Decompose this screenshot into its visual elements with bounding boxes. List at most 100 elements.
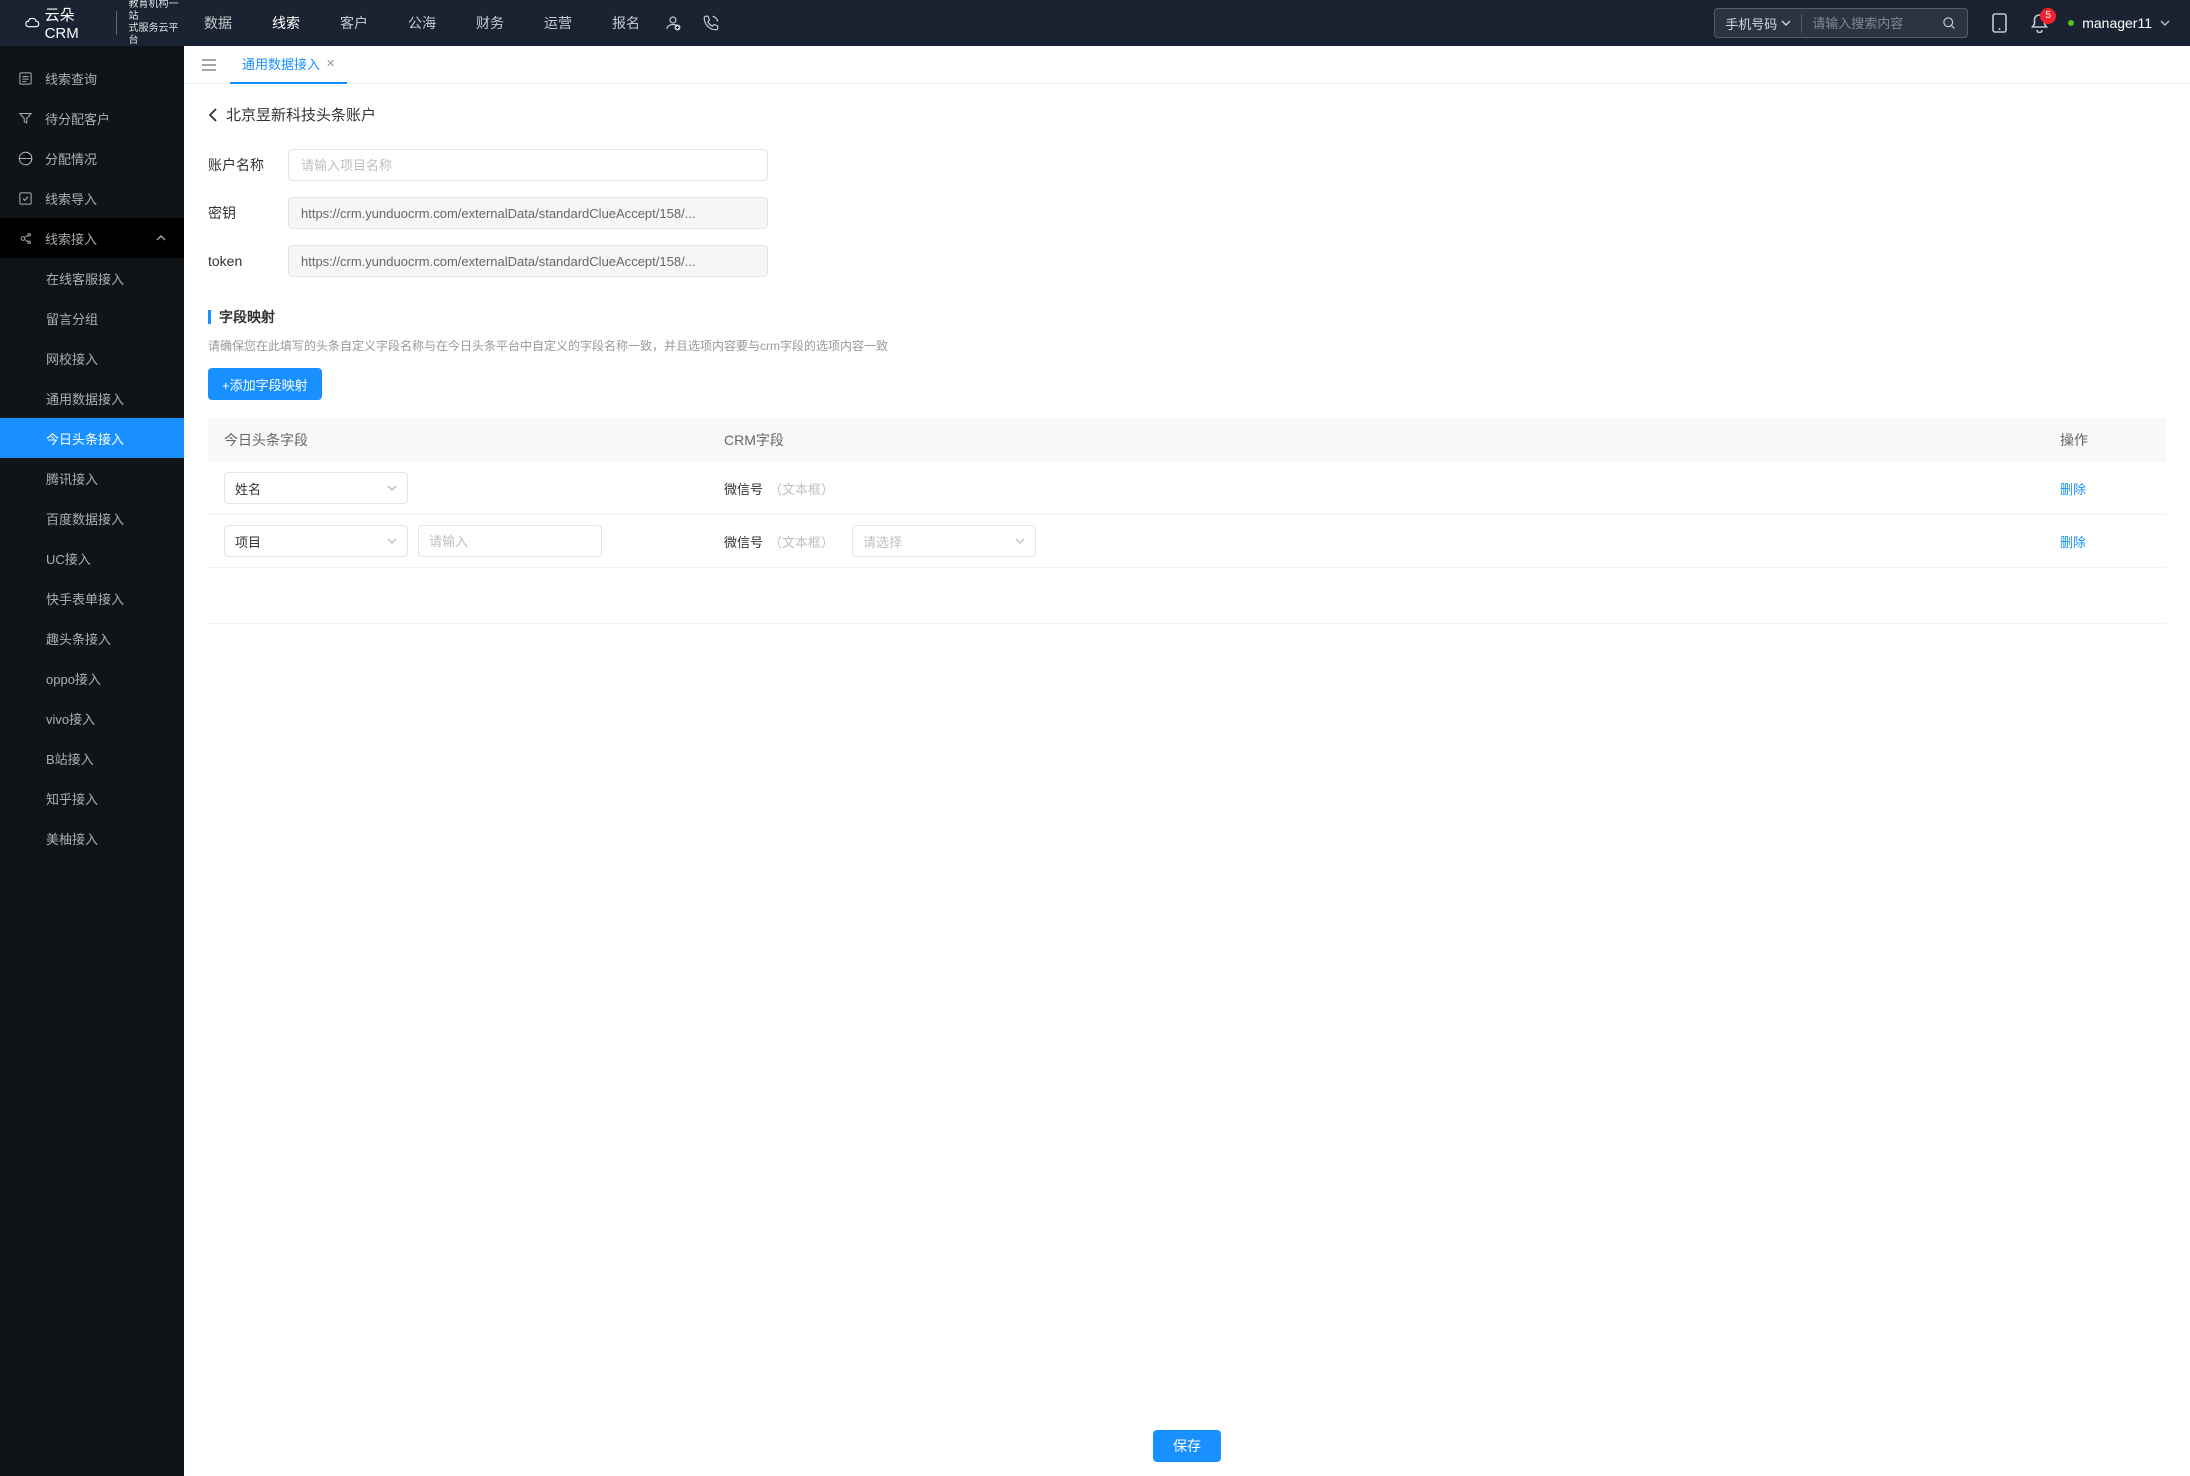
search-input[interactable] xyxy=(1802,16,1932,31)
top-nav: 数据 线索 客户 公海 财务 运营 报名 xyxy=(204,13,640,33)
sidebar-subitem-4-10[interactable]: oppo接入 xyxy=(0,658,184,698)
page-header: 北京昱新科技头条账户 xyxy=(208,104,2166,125)
logo-separator xyxy=(116,11,117,35)
sidebar-subitem-4-12[interactable]: B站接入 xyxy=(0,738,184,778)
secret-input[interactable] xyxy=(288,197,768,229)
search-icon xyxy=(1942,16,1957,31)
top-nav-item-6[interactable]: 报名 xyxy=(612,13,640,33)
toutiao-field-select[interactable]: 姓名 xyxy=(224,472,408,504)
tab-bar: 通用数据接入✕ xyxy=(184,46,2190,84)
sidebar-item-2[interactable]: 分配情况 xyxy=(0,138,184,178)
chevron-down-icon xyxy=(2160,20,2170,26)
crm-field-hint: （文本框） xyxy=(769,532,834,551)
chevron-down-icon xyxy=(1781,20,1791,26)
sidebar-subitem-4-8[interactable]: 快手表单接入 xyxy=(0,578,184,618)
user-menu[interactable]: manager11 xyxy=(2068,15,2170,31)
sidebar-icon xyxy=(18,191,33,206)
menu-fold-icon xyxy=(202,59,216,71)
mobile-icon[interactable] xyxy=(1992,13,2007,33)
search-area: 手机号码 xyxy=(1714,8,1968,38)
main: 通用数据接入✕ 北京昱新科技头条账户 账户名称 密钥 token xyxy=(184,46,2190,1476)
logo-area: 云朵CRM 教育机构一站 式服务云平台 xyxy=(24,0,184,47)
top-nav-item-4[interactable]: 财务 xyxy=(476,13,504,33)
crm-field-select[interactable]: 请选择 xyxy=(852,525,1036,557)
sidebar-subitem-4-0[interactable]: 在线客服接入 xyxy=(0,258,184,298)
logo-brand: 云朵CRM xyxy=(24,4,104,42)
th-crm-field: CRM字段 xyxy=(724,430,2060,450)
tab-0[interactable]: 通用数据接入✕ xyxy=(230,46,347,84)
toutiao-field-input[interactable] xyxy=(418,525,602,557)
sidebar-subitem-4-4[interactable]: 今日头条接入 xyxy=(0,418,184,458)
mapping-table: 今日头条字段 CRM字段 操作 姓名微信号（文本框）删除项目微信号（文本框）请选… xyxy=(208,418,2166,624)
sidebar-subitem-4-1[interactable]: 留言分组 xyxy=(0,298,184,338)
chevron-up-icon xyxy=(156,235,166,241)
form-row-token: token xyxy=(208,245,2166,277)
sidebar: 线索查询待分配客户分配情况线索导入线索接入在线客服接入留言分组网校接入通用数据接… xyxy=(0,46,184,1476)
top-nav-item-0[interactable]: 数据 xyxy=(204,13,232,33)
crm-field-label: 微信号 xyxy=(724,479,763,498)
sidebar-subitem-4-13[interactable]: 知乎接入 xyxy=(0,778,184,818)
content: 北京昱新科技头条账户 账户名称 密钥 token 字段映射 请确保您在此填写的头… xyxy=(184,84,2190,1476)
sidebar-subitem-4-7[interactable]: UC接入 xyxy=(0,538,184,578)
secret-label: 密钥 xyxy=(208,203,288,223)
crm-field-hint: （文本框） xyxy=(769,479,834,498)
section-title: 字段映射 xyxy=(208,307,2166,327)
sidebar-icon xyxy=(18,151,33,166)
crm-field-label: 微信号 xyxy=(724,532,763,551)
account-name-input[interactable] xyxy=(288,149,768,181)
top-nav-icons xyxy=(664,14,720,32)
sidebar-item-3[interactable]: 线索导入 xyxy=(0,178,184,218)
top-nav-item-3[interactable]: 公海 xyxy=(408,13,436,33)
toutiao-field-select[interactable]: 项目 xyxy=(224,525,408,557)
sidebar-item-1[interactable]: 待分配客户 xyxy=(0,98,184,138)
top-nav-item-2[interactable]: 客户 xyxy=(340,13,368,33)
sidebar-item-0[interactable]: 线索查询 xyxy=(0,58,184,98)
save-button[interactable]: 保存 xyxy=(1153,1430,1221,1462)
collapse-sidebar-button[interactable] xyxy=(192,59,226,71)
sidebar-subitem-4-3[interactable]: 通用数据接入 xyxy=(0,378,184,418)
notifications-button[interactable]: 5 xyxy=(2031,14,2048,33)
sidebar-subitem-4-2[interactable]: 网校接入 xyxy=(0,338,184,378)
sidebar-subitem-4-14[interactable]: 美柚接入 xyxy=(0,818,184,858)
search-button[interactable] xyxy=(1932,16,1967,31)
sidebar-icon xyxy=(18,111,33,126)
sidebar-subitem-4-6[interactable]: 百度数据接入 xyxy=(0,498,184,538)
add-field-mapping-button[interactable]: +添加字段映射 xyxy=(208,368,322,400)
chevron-down-icon xyxy=(387,538,397,544)
back-button[interactable] xyxy=(208,107,218,123)
token-input[interactable] xyxy=(288,245,768,277)
top-nav-item-5[interactable]: 运营 xyxy=(544,13,572,33)
brand-name: 云朵CRM xyxy=(45,4,104,42)
token-label: token xyxy=(208,253,288,269)
field-mapping-section: 字段映射 请确保您在此填写的头条自定义字段名称与在今日头条平台中自定义的字段名称… xyxy=(208,307,2166,624)
sidebar-icon xyxy=(18,71,33,86)
top-right-icons: 5 xyxy=(1992,13,2048,33)
top-nav-item-1[interactable]: 线索 xyxy=(272,13,300,33)
table-head: 今日头条字段 CRM字段 操作 xyxy=(208,418,2166,462)
chevron-down-icon xyxy=(1015,538,1025,544)
form-row-account: 账户名称 xyxy=(208,149,2166,181)
page-title: 北京昱新科技头条账户 xyxy=(226,104,376,125)
delete-row-button[interactable]: 删除 xyxy=(2060,532,2086,551)
search-type-select[interactable]: 手机号码 xyxy=(1715,14,1802,33)
section-bar xyxy=(208,310,211,324)
table-row: 项目 微信号 （文本框） 请选择 删除 xyxy=(208,515,2166,568)
th-action: 操作 xyxy=(2060,430,2150,450)
status-indicator xyxy=(2068,20,2074,26)
user-add-icon[interactable] xyxy=(664,14,682,32)
top-header: 云朵CRM 教育机构一站 式服务云平台 数据 线索 客户 公海 财务 运营 报名 手机号码 xyxy=(0,0,2190,46)
chevron-down-icon xyxy=(387,485,397,491)
chevron-left-icon xyxy=(208,107,218,123)
sidebar-item-4[interactable]: 线索接入 xyxy=(0,218,184,258)
brand-tagline: 教育机构一站 式服务云平台 xyxy=(129,0,184,47)
delete-row-button[interactable]: 删除 xyxy=(2060,479,2086,498)
sidebar-subitem-4-9[interactable]: 趣头条接入 xyxy=(0,618,184,658)
sidebar-subitem-4-5[interactable]: 腾讯接入 xyxy=(0,458,184,498)
table-row: 姓名 微信号 （文本框） 删除 xyxy=(208,462,2166,515)
username: manager11 xyxy=(2082,15,2152,31)
notification-badge: 5 xyxy=(2040,8,2056,24)
form-row-secret: 密钥 xyxy=(208,197,2166,229)
tab-close-button[interactable]: ✕ xyxy=(326,57,335,70)
sidebar-subitem-4-11[interactable]: vivo接入 xyxy=(0,698,184,738)
phone-icon[interactable] xyxy=(702,14,720,32)
